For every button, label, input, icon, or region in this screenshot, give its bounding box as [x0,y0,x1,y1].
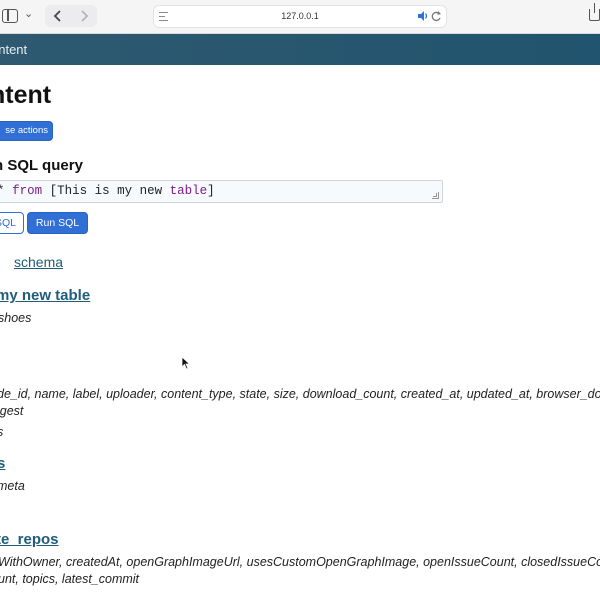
chevron-right-icon [81,10,89,22]
app-header: ontent [0,34,600,65]
sql-query-heading: n SQL query [0,157,83,174]
forward-button[interactable] [71,6,97,26]
table-row-count: s [0,425,3,439]
chevron-down-icon[interactable]: ⌄ [24,7,33,20]
table-columns: de_id, name, label, uploader, content_ty… [0,387,600,401]
reload-icon[interactable] [430,9,442,26]
sidebar-toggle-icon[interactable] [2,9,18,23]
table-columns: meta [0,479,25,493]
table-columns-continued: unt, topics, latest_commit [0,572,140,586]
navigation-buttons [45,5,97,27]
table-link[interactable]: s [0,455,5,472]
chevron-left-icon [53,10,61,22]
header-title[interactable]: ontent [0,42,27,57]
audio-playing-icon[interactable] [417,10,429,25]
share-icon[interactable] [589,3,600,21]
table-columns: WithOwner, createdAt, openGraphImageUrl,… [0,555,600,569]
sql-query-text[interactable]: ect * from [This is my new table] [0,181,215,202]
resize-handle-icon[interactable] [432,192,439,199]
main-content: ntent se actions n SQL query ect * from … [0,65,600,600]
address-bar[interactable]: 127.0.0.1 [153,5,447,28]
browser-toolbar: ⌄ 127.0.0.1 [0,0,600,34]
run-sql-button[interactable]: Run SQL [27,212,88,234]
page-title: ntent [0,81,52,109]
database-actions-button[interactable]: se actions [0,121,53,141]
back-button[interactable] [45,6,71,26]
table-link-repos[interactable]: te_repos [0,531,59,548]
schema-link[interactable]: schema [14,254,63,270]
table-columns-continued: igest [0,404,24,418]
sql-query-editor[interactable]: ect * from [This is my new table] [0,180,443,203]
url-text[interactable]: 127.0.0.1 [154,6,446,27]
format-sql-button[interactable]: SQL [0,212,24,234]
table-columns: shoes [0,311,32,325]
table-link-my-new-table[interactable]: my new table [0,287,90,304]
